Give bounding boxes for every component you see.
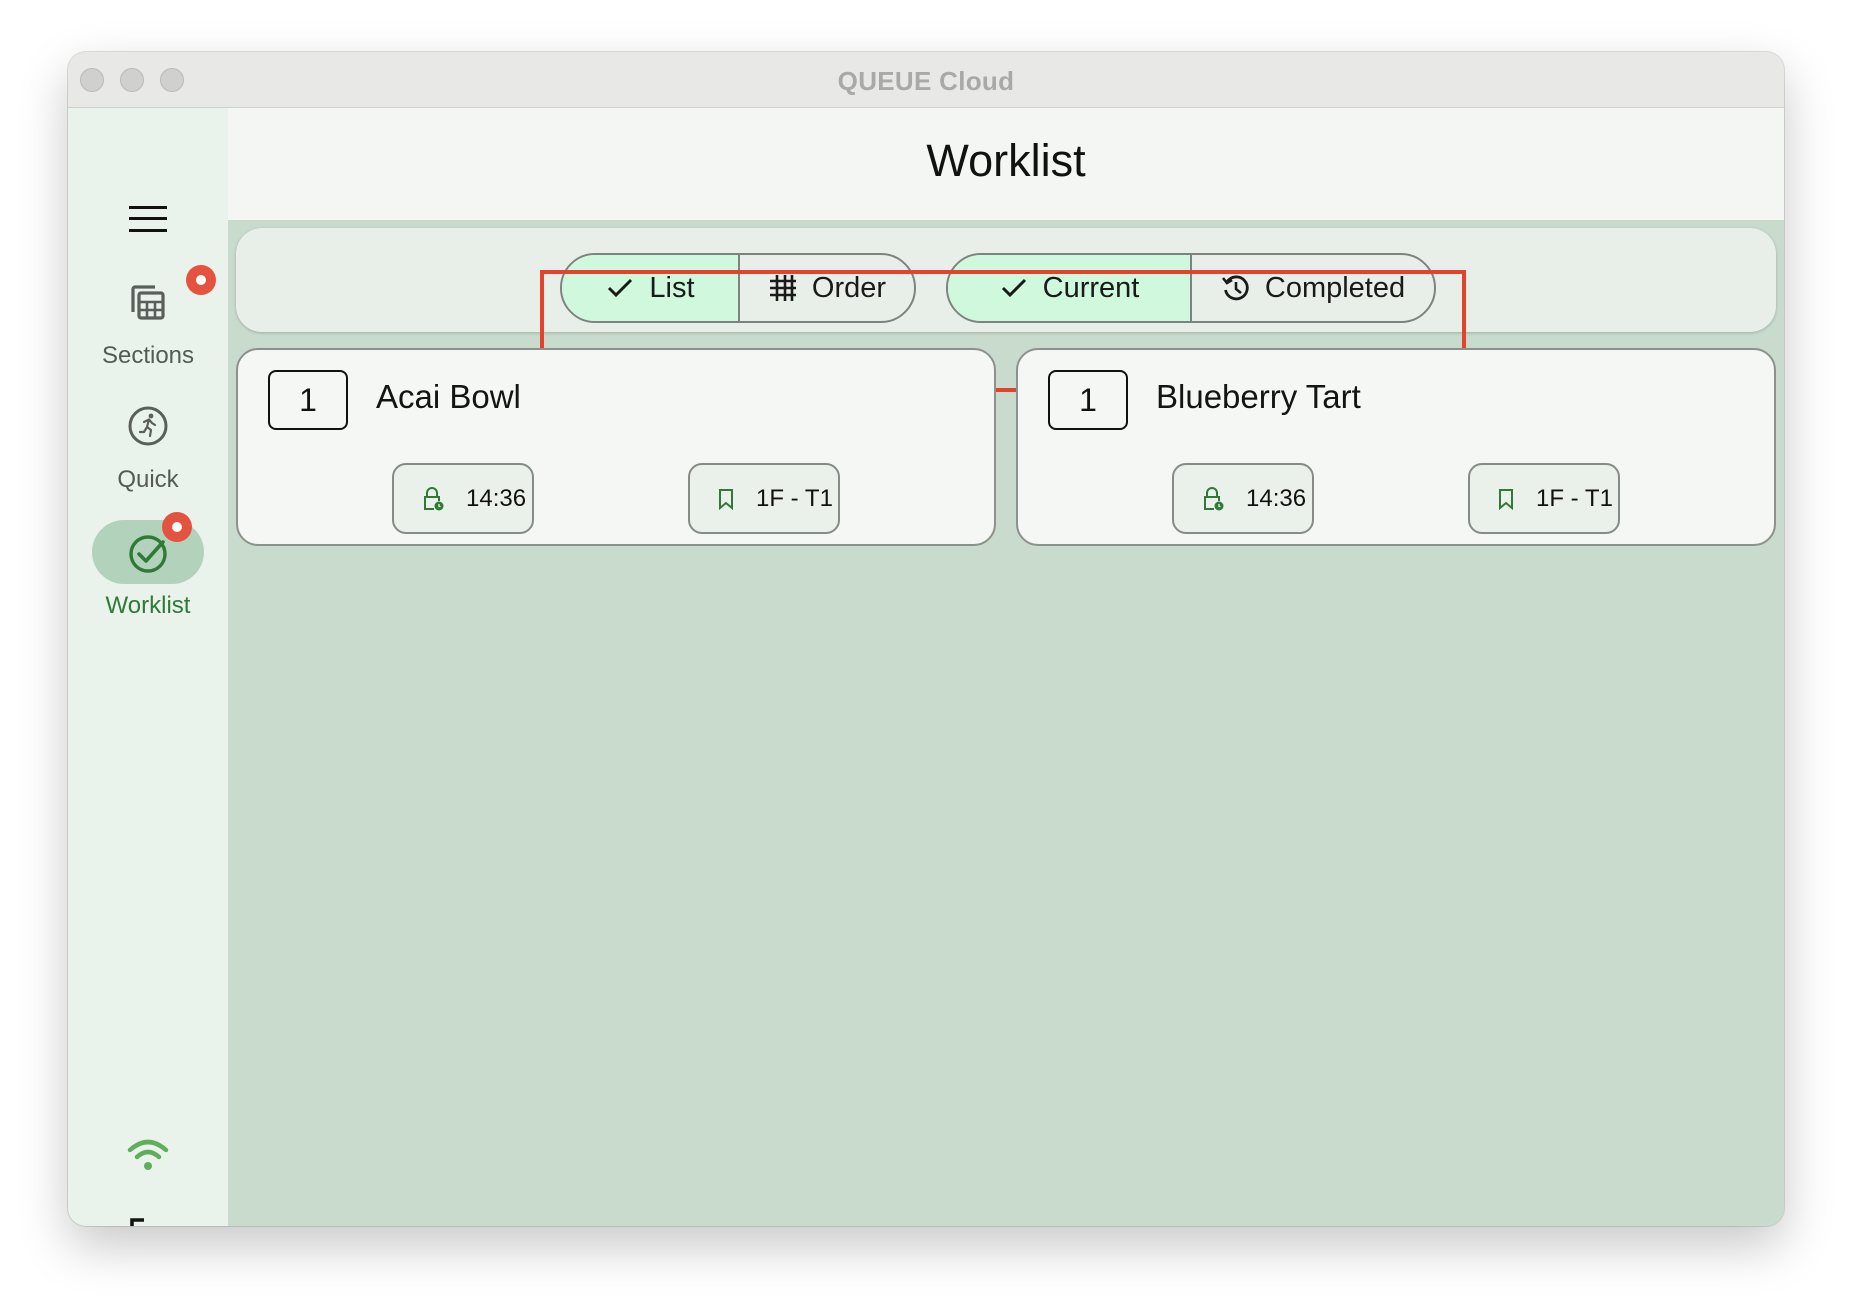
view-list-button[interactable]: List [562, 255, 738, 321]
app-window: QUEUE Cloud Sections Quick Worklist Work… [68, 52, 1784, 1226]
filter-toolbar: List Order Current Completed [236, 228, 1776, 332]
sidebar-item-sections[interactable]: Sections [68, 265, 228, 370]
time-chip: 14:36 [392, 463, 534, 534]
order-time: 14:36 [1246, 484, 1307, 512]
lock-clock-icon [1204, 486, 1224, 510]
status-completed-button[interactable]: Completed [1190, 255, 1434, 321]
logout-icon[interactable] [124, 1212, 172, 1226]
sidebar: Sections Quick Worklist [68, 108, 228, 1226]
running-person-icon [128, 406, 168, 446]
worklist-content: List Order Current Completed 1 Acai Bowl… [228, 220, 1784, 1226]
history-icon [1221, 275, 1249, 301]
order-time: 14:36 [466, 484, 527, 512]
sidebar-item-quick[interactable]: Quick [68, 394, 228, 494]
calculator-grid-icon [131, 285, 165, 320]
sidebar-item-worklist[interactable]: Worklist [68, 512, 228, 620]
view-order-button[interactable]: Order [738, 255, 914, 321]
hamburger-menu-icon[interactable] [129, 205, 167, 233]
bookmark-icon [1499, 488, 1513, 510]
lock-clock-icon [424, 486, 444, 510]
wifi-icon [127, 1139, 169, 1170]
button-label: List [649, 271, 695, 304]
order-location: 1F - T1 [756, 484, 833, 512]
order-card[interactable]: 1 Blueberry Tart 14:36 1F - T1 [1016, 348, 1776, 546]
check-icon [608, 278, 633, 298]
button-label: Current [1042, 271, 1140, 304]
view-mode-toggle: List Order [560, 253, 916, 323]
hash-grid-icon [769, 275, 796, 301]
button-label: Completed [1264, 271, 1406, 304]
bookmark-icon [719, 488, 733, 510]
page-title: Worklist [926, 135, 1086, 186]
quantity-badge: 1 [1048, 370, 1128, 430]
status-current-button[interactable]: Current [948, 255, 1190, 321]
window-title: QUEUE Cloud [837, 66, 1015, 96]
title-bar: QUEUE Cloud [68, 52, 1784, 108]
item-name: Blueberry Tart [1156, 378, 1361, 415]
item-name: Acai Bowl [376, 378, 521, 415]
button-label: Order [811, 271, 887, 304]
check-circle-icon [129, 535, 167, 573]
notification-badge [186, 265, 216, 295]
check-icon [1001, 278, 1026, 298]
sidebar-item-label: Sections [101, 342, 195, 369]
order-location: 1F - T1 [1536, 484, 1613, 512]
order-card[interactable]: 1 Acai Bowl 14:36 1F - T1 [236, 348, 996, 546]
page-header: Worklist [228, 108, 1784, 220]
location-chip: 1F - T1 [688, 463, 840, 534]
time-chip: 14:36 [1172, 463, 1314, 534]
status-toggle: Current Completed [946, 253, 1436, 323]
active-indicator [92, 512, 204, 584]
order-list: 1 Acai Bowl 14:36 1F - T1 1 Blueberry Ta… [236, 348, 1776, 548]
location-chip: 1F - T1 [1468, 463, 1620, 534]
quantity-badge: 1 [268, 370, 348, 430]
notification-badge [162, 512, 192, 542]
sidebar-item-label: Quick [117, 466, 179, 493]
sidebar-item-label: Worklist [105, 592, 191, 619]
